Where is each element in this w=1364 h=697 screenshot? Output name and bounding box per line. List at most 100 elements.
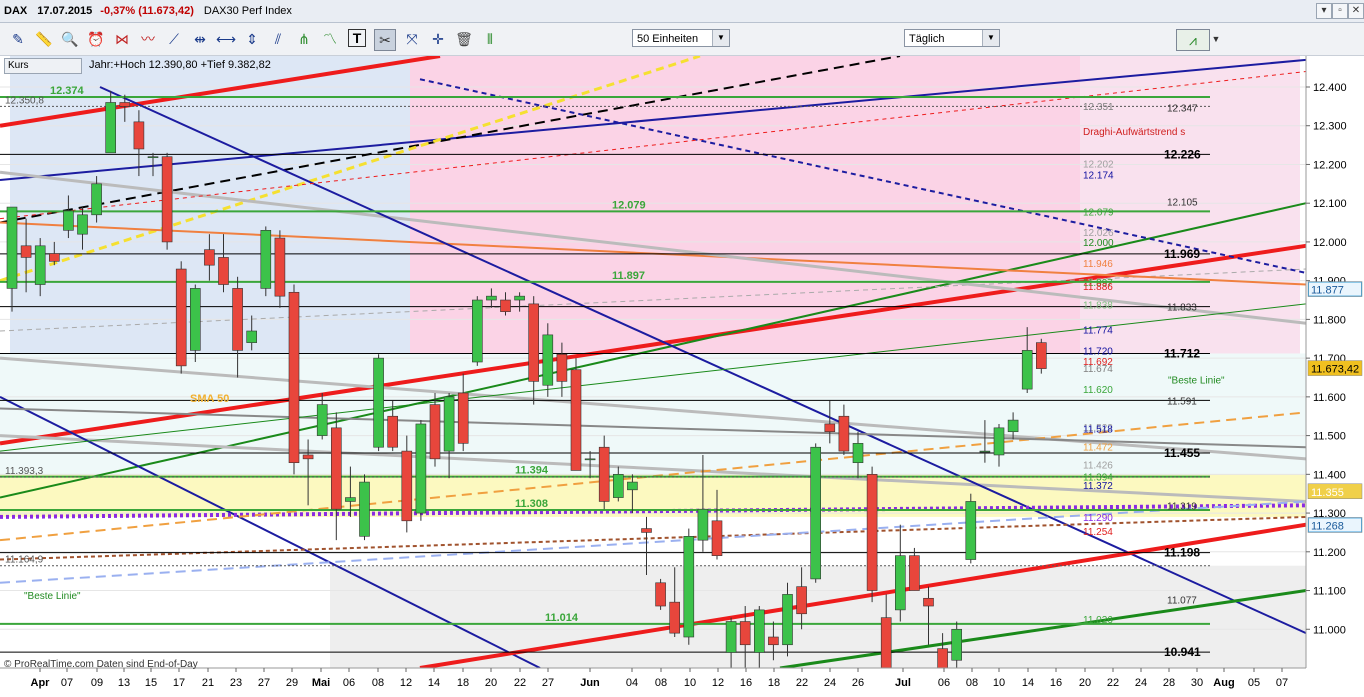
x-tick-label: 14 [428,677,440,689]
candle-body [993,427,1005,456]
y-tick-label: 11.000 [1313,624,1346,636]
change-label: -0,37% (11.673,42) [100,5,194,17]
horizontal-segment-icon[interactable]: ⟷ [216,29,236,49]
y-tick-label: 11.100 [1313,586,1346,598]
right-label: "Beste Linie" [1168,375,1225,386]
x-tick-label: 29 [286,677,298,689]
x-tick-label: 13 [118,677,130,689]
period-select[interactable]: Täglich ▼ [904,29,1000,47]
right-label: 11.620 [1083,385,1113,396]
right-label: 11.886 [1083,282,1113,293]
candle-body [1036,342,1047,369]
pencil-icon[interactable]: ✎ [8,29,28,49]
channel-icon[interactable]: ⫽ [268,29,288,49]
y-tick-label: 12.100 [1313,198,1347,210]
right-label: 11.372 [1083,481,1113,492]
right-label: 11.198 [1164,546,1200,560]
level-label: 11.394 [515,465,549,477]
candle-body [500,299,511,312]
chart-area[interactable]: 12.374 12.350,8 12.079 11.897 11.394 11.393,3… [0,54,1364,692]
x-tick-label: Apr [31,677,51,689]
price-chart[interactable]: 12.374 12.350,8 12.079 11.897 11.394 11.393,3… [0,54,1364,692]
zoom-icon[interactable]: 🔍 [60,29,80,49]
units-select[interactable]: 50 Einheiten ▼ [632,29,730,47]
candle-body [204,249,215,266]
candle-body [246,330,257,343]
right-label: 11.591 [1167,396,1197,407]
candle-body [697,508,709,541]
price-tag-label: 11.673,42 [1311,364,1359,376]
y-tick-label: 12.200 [1313,159,1347,171]
candle-body [77,214,88,235]
chevron-down-icon[interactable]: ▼ [1210,29,1222,49]
x-tick-label: 04 [626,677,638,689]
candle-body [359,481,370,537]
y-tick-label: 11.200 [1313,547,1346,559]
candle-body [528,303,540,382]
level-label: 11.164,9 [5,555,44,566]
candle-body [133,121,145,150]
right-label: 12.079 [1083,207,1114,218]
y-tick-label: 11.600 [1313,392,1346,404]
price-tag-label: 11.355 [1311,487,1344,499]
candle-body [175,268,187,367]
x-tick-label: 09 [91,677,103,689]
x-tick-label: 27 [542,677,554,689]
trash-icon[interactable]: 🗑 [454,29,474,49]
symbol-label[interactable]: DAX [4,5,27,17]
vertical-line-icon[interactable]: ⇕ [242,29,262,49]
candle-body [471,299,483,363]
fibonacci-icon[interactable]: ⋈ [112,29,132,49]
candle-body [48,253,60,262]
right-label: 11.946 [1083,259,1113,270]
candle-body [105,102,116,154]
ruler-icon[interactable]: 📏 [34,29,54,49]
candle-body [387,415,399,448]
right-label: 11.833 [1167,303,1197,314]
candle-body [909,555,920,591]
kurs-label[interactable]: Kurs [4,58,82,74]
x-tick-label: 16 [740,677,752,689]
right-label: 11.026 [1083,615,1113,626]
period-select-value: Täglich [909,33,945,45]
candle-body [274,237,286,297]
minimize-button[interactable]: ▾ [1316,3,1332,19]
cursor-icon[interactable]: ⤧ [402,29,422,49]
candle-body [556,353,568,382]
chart-style-icon[interactable]: ⩘ [1176,29,1210,51]
candle-body [852,443,864,464]
candle-body [923,597,934,607]
candle-body [598,446,610,502]
text-icon[interactable]: T [348,29,366,47]
candle-body [260,230,272,289]
candle-body [1007,419,1019,433]
beste-linie-label: "Beste Linie" [24,591,81,602]
alarm-icon[interactable]: ⏰ [86,29,106,49]
x-tick-label: 07 [61,677,73,689]
trendline-icon[interactable]: ⟋ [164,29,184,49]
candle-body [161,156,173,243]
x-tick-label: 07 [1276,677,1288,689]
right-label: 11.720 [1083,346,1113,357]
wave-icon[interactable]: 〰 [138,29,158,49]
pitchfork-icon[interactable]: ⋔ [294,29,314,49]
right-label: 11.472 [1083,442,1113,453]
candle-body [612,474,624,498]
horizontal-line-icon[interactable]: ⇹ [190,29,210,49]
x-tick-label: 18 [768,677,780,689]
wave-pattern-icon[interactable]: 〽 [320,29,340,49]
units-select-value: 50 Einheiten [637,33,699,45]
x-tick-label: 30 [1191,677,1203,689]
right-label: Draghi-Aufwärtstrend s [1083,127,1185,138]
candle-body [542,334,554,386]
close-button[interactable]: ✕ [1348,3,1364,19]
right-label: 11.969 [1164,247,1200,261]
right-label: 11.838 [1083,301,1113,312]
crosshair-icon[interactable]: ✛ [428,29,448,49]
maximize-button[interactable]: ▫ [1332,3,1348,19]
indicator-icon[interactable]: ⫴ [480,29,500,49]
candle-body [584,458,596,461]
candle-body [443,396,455,452]
tools-icon[interactable]: ✂ [374,29,396,51]
x-tick-label: Aug [1213,677,1234,689]
